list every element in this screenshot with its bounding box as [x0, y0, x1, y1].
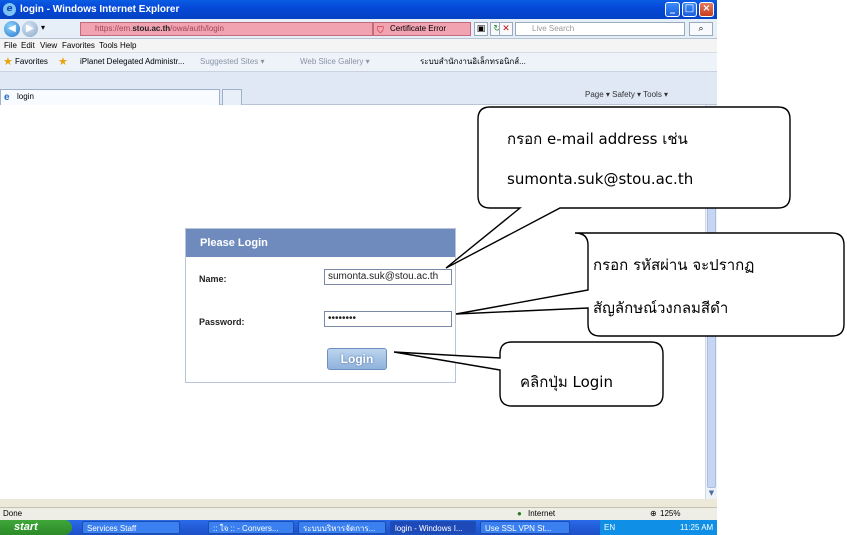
certificate-error-label: Certificate Error	[390, 24, 447, 33]
callout-password-line1: กรอก รหัสผ่าน จะปรากฏ	[593, 256, 755, 274]
back-arrow-icon[interactable]: ◀	[4, 21, 20, 37]
compatibility-icon[interactable]: ▣	[474, 22, 488, 36]
favorites-button[interactable]: Favorites	[15, 53, 48, 71]
menu-bar: File Edit View Favorites Tools Help	[0, 39, 717, 52]
security-zone: Internet	[528, 509, 556, 518]
window-titlebar[interactable]: e login - Windows Internet Explorer _ □ …	[0, 0, 717, 19]
task-conversation[interactable]: :: ใจ :: - Convers...	[208, 521, 294, 534]
maximize-button[interactable]: □	[682, 2, 697, 17]
password-label: Password:	[199, 317, 245, 327]
favorite-suggested-sites[interactable]: Suggested Sites ▾	[200, 53, 265, 71]
menu-file[interactable]: File	[4, 39, 17, 52]
login-header: Please Login	[186, 229, 455, 257]
language-indicator[interactable]: EN	[604, 523, 615, 532]
login-button[interactable]: Login	[327, 348, 387, 370]
task-management[interactable]: ระบบบริหารจัดการ...	[298, 521, 386, 534]
search-icon[interactable]: ⌕	[689, 22, 713, 36]
url-suffix: /owa/auth/login	[170, 24, 224, 33]
shield-warning-icon: ⛉	[377, 25, 384, 35]
password-input[interactable]: ••••••••	[324, 311, 452, 327]
task-services-staff[interactable]: Services Staff	[82, 521, 180, 534]
window-title: login - Windows Internet Explorer	[20, 4, 180, 15]
menu-edit[interactable]: Edit	[21, 39, 35, 52]
favorite-iplanet[interactable]: iPlanet Delegated Administr...	[80, 53, 185, 71]
task-ssl-vpn[interactable]: Use SSL VPN St...	[480, 521, 570, 534]
scroll-down-icon[interactable]: ▼	[707, 489, 716, 498]
close-button[interactable]: ×	[699, 2, 714, 17]
forward-arrow-icon[interactable]: ▶	[22, 21, 38, 37]
zoom-level[interactable]: 125%	[660, 508, 680, 520]
screenshot-stage: e login - Windows Internet Explorer _ □ …	[0, 0, 847, 535]
search-input[interactable]: Live Search	[515, 22, 685, 36]
login-panel: Please Login Name: sumonta.suk@stou.ac.t…	[185, 228, 456, 383]
zoom-icon[interactable]: ⊕	[650, 508, 657, 520]
task-login-ie[interactable]: login - Windows I...	[390, 521, 476, 534]
favorites-star-icon: ★	[3, 56, 13, 68]
certificate-error-button[interactable]: ⛉ Certificate Error	[373, 22, 471, 36]
menu-favorites[interactable]: Favorites	[62, 39, 95, 52]
menu-help[interactable]: Help	[120, 39, 136, 52]
url-prefix: https://em.	[95, 24, 133, 33]
command-bar[interactable]: Page ▾ Safety ▾ Tools ▾	[585, 90, 668, 99]
url-host: stou.ac.th	[132, 24, 171, 33]
start-button[interactable]: start	[0, 520, 72, 535]
callout-button-line1: คลิกปุ่ม Login	[520, 373, 613, 391]
minimize-button[interactable]: _	[665, 2, 680, 17]
menu-tools[interactable]: Tools	[99, 39, 118, 52]
address-bar: ◀ ▶ ▾ https://em.stou.ac.th/owa/auth/log…	[0, 19, 717, 39]
menu-view[interactable]: View	[40, 39, 57, 52]
system-tray: EN 11:25 AM	[600, 520, 717, 535]
ie-page-icon: e	[4, 92, 10, 103]
status-bar: Done ● Internet ⊕ 125%	[0, 507, 717, 520]
status-text: Done	[3, 509, 23, 518]
favorite-eoffice[interactable]: ระบบสำนักงานอิเล็กทรอนิกส์...	[420, 53, 526, 71]
favorites-bar: ★ Favorites ★ iPlanet Delegated Administ…	[0, 52, 717, 72]
callout-email-line1: กรอก e-mail address เช่น	[507, 130, 688, 148]
tab-bar: e login Page ▾ Safety ▾ Tools ▾	[0, 72, 717, 105]
callout-password-line2: สัญลักษณ์วงกลมสีดำ	[593, 299, 729, 317]
globe-icon: ●	[517, 509, 522, 518]
recent-pages-dropdown-icon[interactable]: ▾	[41, 23, 45, 32]
new-tab-button[interactable]	[222, 89, 242, 105]
add-favorite-icon[interactable]: ★	[58, 53, 68, 71]
callout-email-line2: sumonta.suk@stou.ac.th	[507, 170, 694, 188]
name-label: Name:	[199, 274, 227, 284]
url-input[interactable]: https://em.stou.ac.th/owa/auth/login	[80, 22, 373, 36]
favorite-web-slice-gallery[interactable]: Web Slice Gallery ▾	[300, 53, 370, 71]
tab-login-label: login	[17, 92, 34, 101]
stop-icon[interactable]: ✕	[499, 22, 513, 36]
clock: 11:25 AM	[680, 523, 714, 532]
tab-login[interactable]: e login	[0, 89, 220, 105]
name-input[interactable]: sumonta.suk@stou.ac.th	[324, 269, 452, 285]
taskbar: start Services Staff :: ใจ :: - Convers.…	[0, 520, 717, 535]
ie-logo-icon: e	[3, 3, 16, 16]
